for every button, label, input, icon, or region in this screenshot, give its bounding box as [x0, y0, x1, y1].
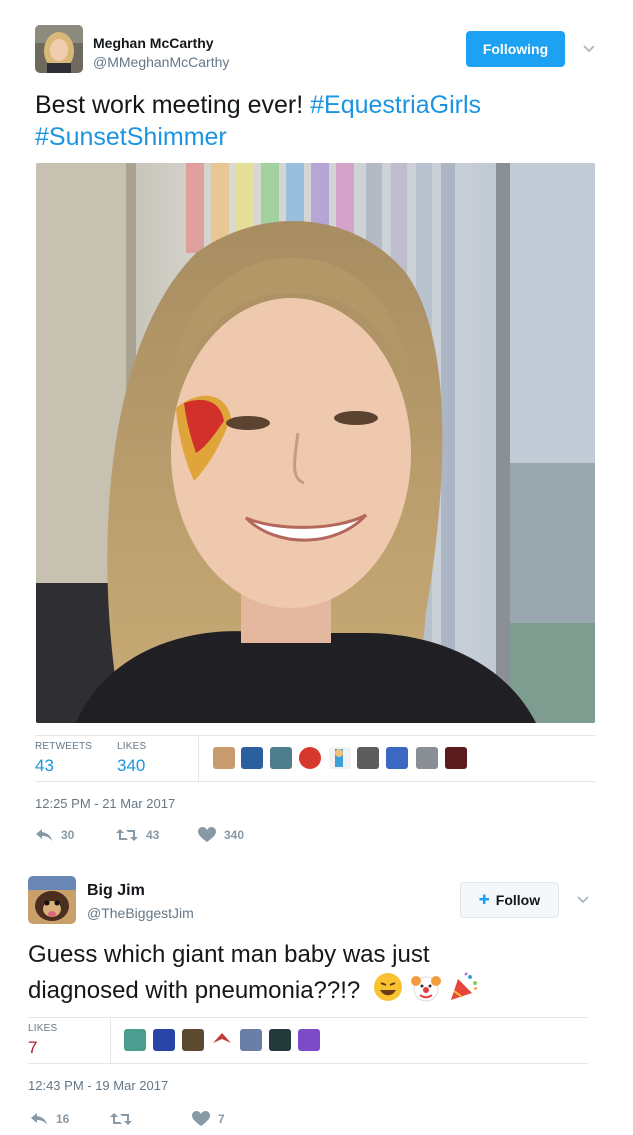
- hashtag-link[interactable]: #SunsetShimmer: [35, 123, 227, 151]
- liker-avatar[interactable]: [299, 747, 321, 769]
- timestamp[interactable]: 12:25 PM - 21 Mar 2017: [35, 796, 175, 811]
- heart-icon: [198, 827, 216, 842]
- avatar[interactable]: [28, 876, 76, 924]
- tweet-photo[interactable]: [36, 163, 595, 723]
- like-count: 7: [218, 1112, 225, 1126]
- divider: [28, 1063, 588, 1064]
- liker-avatar[interactable]: [182, 1029, 204, 1051]
- liker-avatar[interactable]: [269, 1029, 291, 1051]
- hashtag-link[interactable]: #EquestriaGirls: [310, 91, 481, 119]
- liker-avatar[interactable]: [357, 747, 379, 769]
- liker-avatar[interactable]: [211, 1029, 233, 1051]
- divider: [198, 737, 199, 781]
- liker-avatar[interactable]: [445, 747, 467, 769]
- like-count: 340: [224, 828, 245, 842]
- liker-avatar[interactable]: [329, 747, 351, 769]
- like-action[interactable]: 7: [192, 1111, 225, 1127]
- emoji-rofl: [373, 972, 403, 1011]
- retweets-count[interactable]: 43: [35, 756, 54, 776]
- emoji-clown: [410, 971, 442, 1012]
- retweet-count: 43: [146, 828, 160, 842]
- emoji-party-popper: [448, 971, 480, 1012]
- likes-label: LIKES: [117, 741, 147, 752]
- display-name[interactable]: Big Jim: [87, 882, 145, 900]
- chevron-down-icon[interactable]: [580, 40, 598, 58]
- liker-avatar[interactable]: [240, 1029, 262, 1051]
- tweet-meghan: Meghan McCarthy @MMeghanMcCarthy Followi…: [0, 0, 633, 860]
- tweet-text-line: Guess which giant man baby was just: [28, 941, 430, 968]
- display-name[interactable]: Meghan McCarthy: [93, 35, 214, 51]
- user-handle[interactable]: @TheBiggestJim: [87, 905, 194, 921]
- retweet-action[interactable]: [110, 1111, 140, 1127]
- liker-avatar[interactable]: [241, 747, 263, 769]
- reply-count: 30: [61, 828, 75, 842]
- add-user-icon: ✚: [478, 892, 490, 907]
- liker-avatar[interactable]: [416, 747, 438, 769]
- divider: [35, 781, 595, 782]
- reply-action[interactable]: 16: [30, 1111, 69, 1127]
- like-action[interactable]: 340: [198, 827, 244, 843]
- liker-avatar[interactable]: [386, 747, 408, 769]
- likes-count[interactable]: 7: [28, 1038, 37, 1058]
- retweet-action[interactable]: 43: [116, 827, 159, 843]
- liker-avatar[interactable]: [153, 1029, 175, 1051]
- user-handle[interactable]: @MMeghanMcCarthy: [93, 54, 229, 70]
- tweet-bigjim: Big Jim @TheBiggestJim ✚ Follow Guess wh…: [0, 860, 633, 1135]
- liker-avatar[interactable]: [298, 1029, 320, 1051]
- liker-avatar[interactable]: [270, 747, 292, 769]
- tweet-text-plain: Best work meeting ever!: [35, 91, 304, 119]
- avatar[interactable]: [35, 25, 83, 73]
- reply-count: 16: [56, 1112, 70, 1126]
- tweet-text-line: diagnosed with pneumonia??!?: [28, 976, 361, 1004]
- tweet-text: Guess which giant man baby was just diag…: [28, 938, 608, 1012]
- reply-icon: [36, 829, 52, 841]
- chevron-down-icon[interactable]: [574, 891, 592, 909]
- liker-avatar[interactable]: [213, 747, 235, 769]
- retweet-icon: [110, 1113, 132, 1125]
- timestamp[interactable]: 12:43 PM - 19 Mar 2017: [28, 1078, 168, 1093]
- divider: [28, 1017, 588, 1018]
- following-button[interactable]: Following: [466, 31, 565, 67]
- likes-label: LIKES: [28, 1023, 58, 1034]
- follow-button[interactable]: ✚ Follow: [460, 882, 559, 918]
- reply-action[interactable]: 30: [35, 827, 74, 843]
- heart-icon: [192, 1111, 210, 1126]
- follow-label: Follow: [495, 892, 541, 908]
- divider: [35, 735, 595, 736]
- divider: [110, 1019, 111, 1063]
- liker-avatar[interactable]: [124, 1029, 146, 1051]
- reply-icon: [31, 1113, 47, 1125]
- tweet-text: Best work meeting ever! #EquestriaGirls …: [35, 89, 595, 153]
- retweets-label: RETWEETS: [35, 741, 93, 752]
- retweet-icon: [116, 829, 138, 841]
- likes-count[interactable]: 340: [117, 756, 145, 776]
